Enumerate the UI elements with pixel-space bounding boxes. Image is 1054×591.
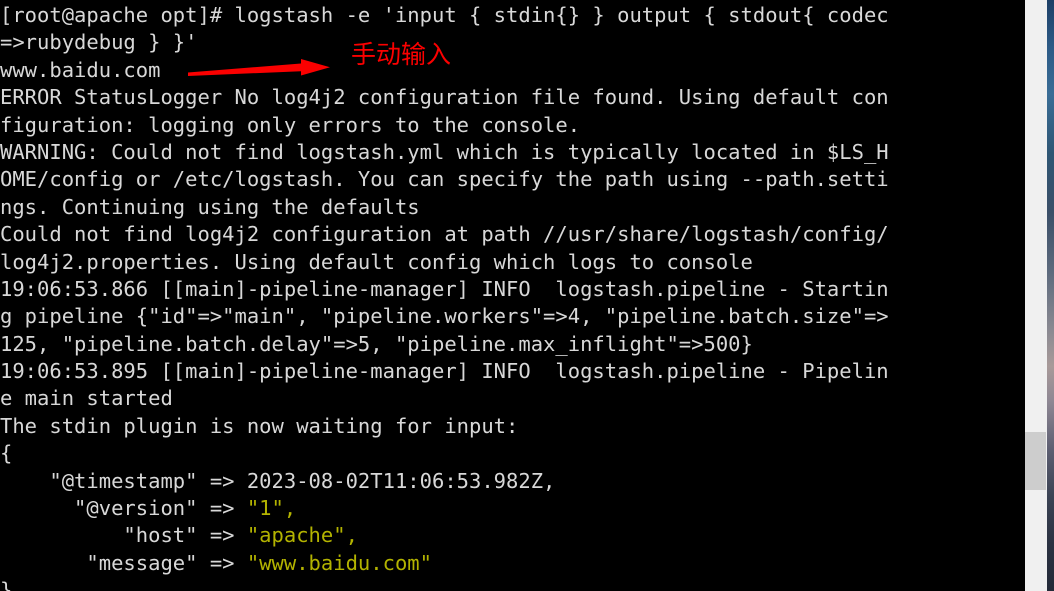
terminal-output-area[interactable]: [root@apache opt]# logstash -e 'input { … (0, 0, 1024, 591)
terminal-line: e main started (0, 386, 173, 411)
terminal-line: Could not find log4j2 configuration at p… (0, 222, 889, 247)
terminal-line: ngs. Continuing using the defaults (0, 194, 420, 219)
terminal-line: The stdin plugin is now waiting for inpu… (0, 413, 519, 438)
terminal-line: OME/config or /etc/logstash. You can spe… (0, 167, 889, 192)
terminal-line: 125, "pipeline.batch.delay"=>5, "pipelin… (0, 331, 753, 356)
terminal-line: figuration: logging only errors to the c… (0, 112, 581, 137)
terminal-line: WARNING: Could not find logstash.yml whi… (0, 139, 889, 164)
field-value: "www.baidu.com" (246, 550, 432, 575)
field-value: "apache", (246, 523, 358, 548)
annotation-label: 手动输入 (351, 40, 452, 69)
terminal-line: =>rubydebug } }' (0, 30, 198, 55)
vertical-scrollbar-thumb[interactable] (1025, 432, 1046, 490)
terminal-line: 19:06:53.866 [[main]-pipeline-manager] I… (0, 276, 889, 301)
field-key: "host" => (0, 523, 247, 548)
terminal-line-user-input: www.baidu.com (0, 57, 161, 82)
terminal-line: log4j2.properties. Using default config … (0, 249, 753, 274)
terminal-text-buffer: [root@apache opt]# logstash -e 'input { … (0, 2, 1024, 591)
terminal-line-field: "@version" => "1", (0, 495, 1024, 522)
terminal-line: g pipeline {"id"=>"main", "pipeline.work… (0, 304, 889, 329)
field-key: "@timestamp" => (0, 468, 247, 493)
terminal-line: 19:06:53.895 [[main]-pipeline-manager] I… (0, 359, 889, 384)
vertical-scrollbar-track[interactable] (1024, 0, 1047, 591)
terminal-line: [root@apache opt]# logstash -e 'input { … (0, 3, 889, 27)
field-key: "@version" => (0, 496, 247, 521)
field-key: "message" => (0, 550, 247, 575)
terminal-line: ERROR StatusLogger No log4j2 configurati… (0, 85, 889, 110)
terminal-line-field: "host" => "apache", (0, 522, 1024, 549)
terminal-window: [root@apache opt]# logstash -e 'input { … (0, 0, 1054, 591)
field-value: "1", (246, 496, 297, 521)
terminal-line-close-brace: } (0, 578, 13, 591)
terminal-line-open-brace: { (0, 441, 13, 466)
field-value: 2023-08-02T11:06:53.982Z, (246, 468, 556, 493)
terminal-line-field: "message" => "www.baidu.com" (0, 550, 1024, 577)
desktop-wallpaper (1046, 0, 1054, 591)
terminal-line-field: "@timestamp" => 2023-08-02T11:06:53.982Z… (0, 468, 1024, 495)
